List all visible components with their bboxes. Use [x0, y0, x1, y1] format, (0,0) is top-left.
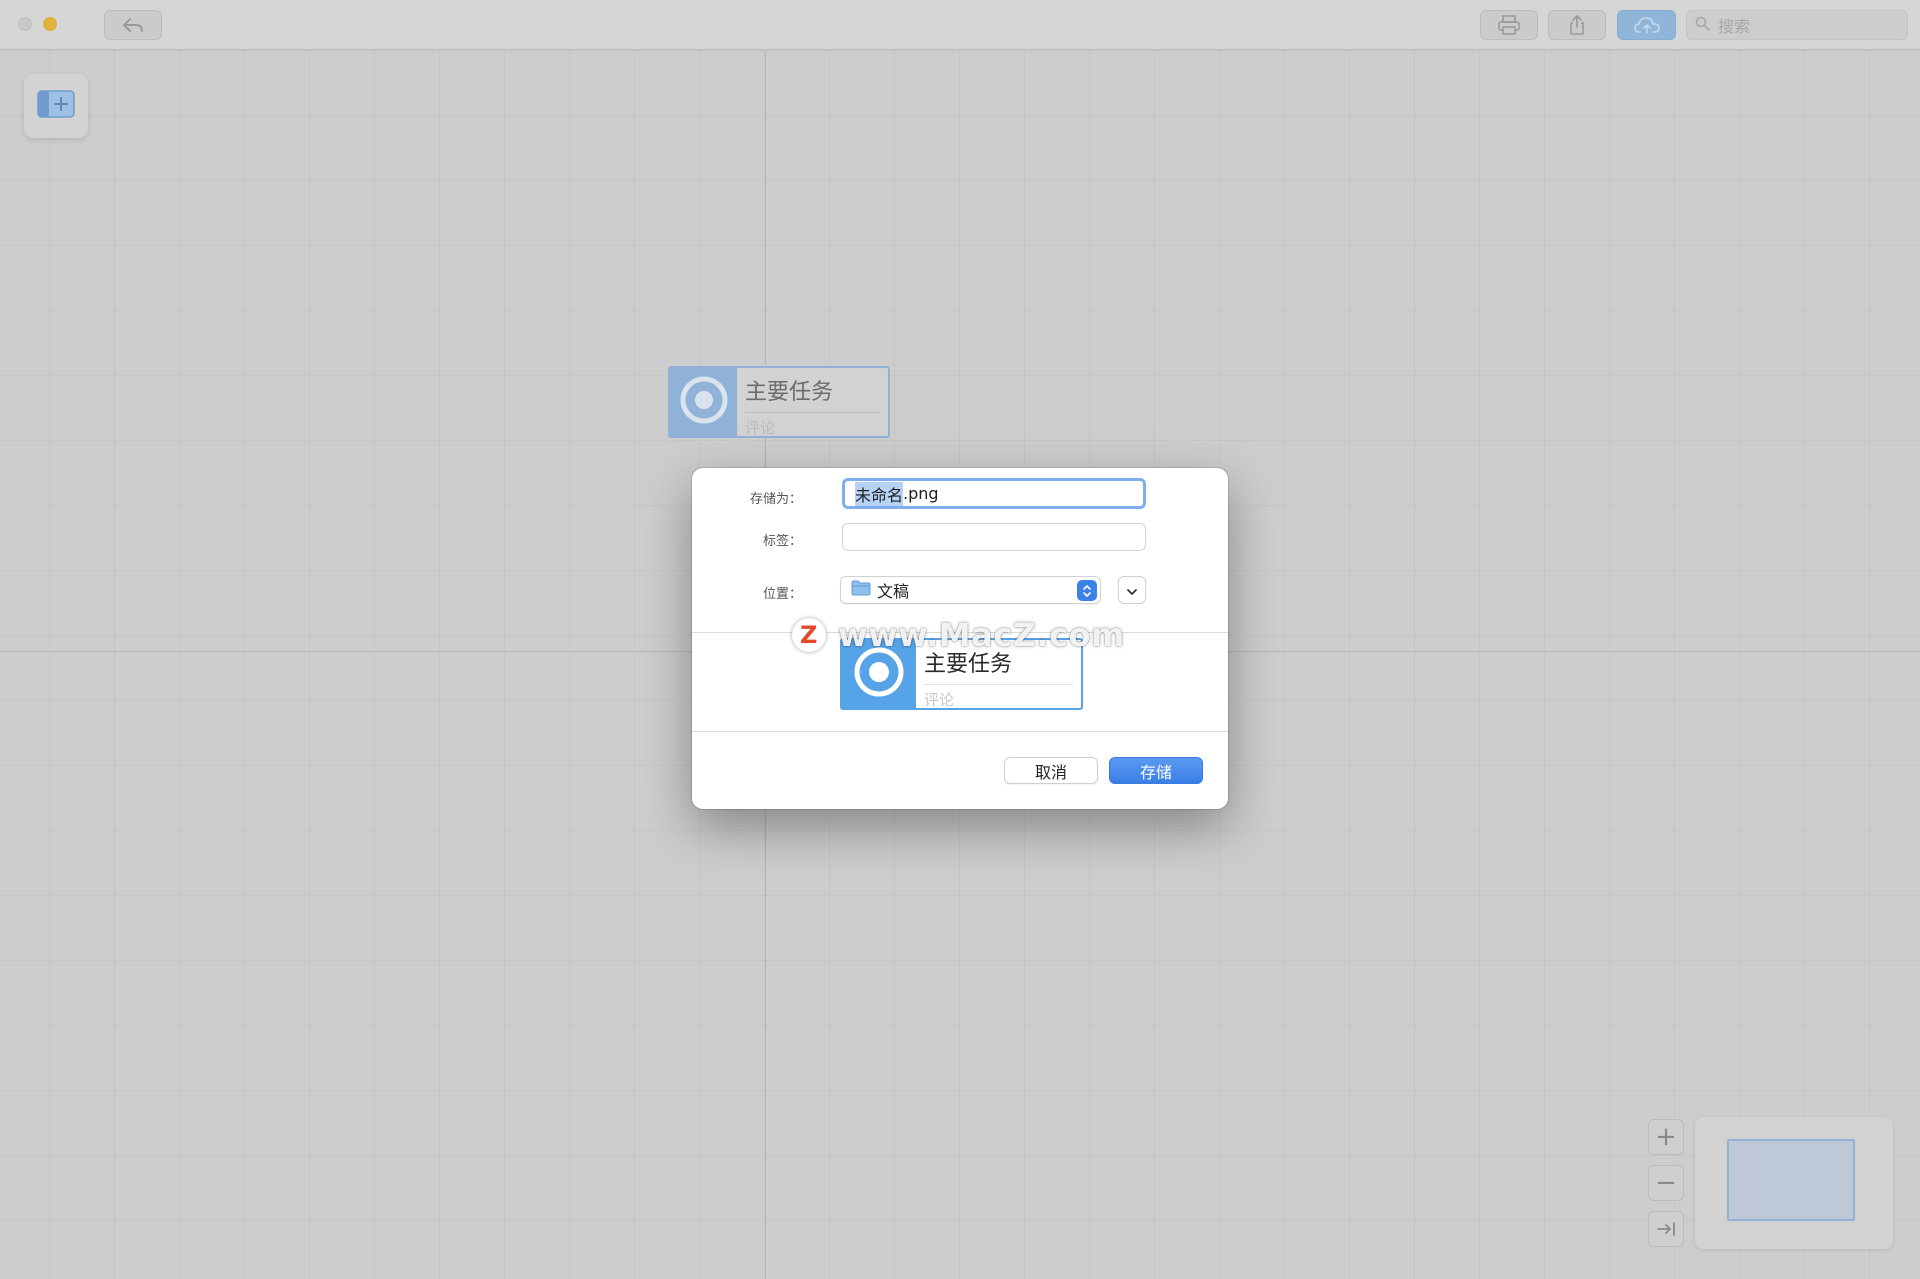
plus-icon: +	[1655, 1122, 1677, 1152]
save-button[interactable]: 存储	[1109, 757, 1203, 784]
save-as-label: 存储为：	[749, 492, 802, 507]
undo-button[interactable]	[104, 10, 162, 40]
task-node-icon-box	[670, 368, 737, 436]
print-icon	[1497, 15, 1521, 35]
minimap[interactable]	[1695, 1117, 1893, 1249]
divider	[692, 731, 1228, 732]
window-toolbar: 搜索	[0, 0, 1920, 50]
save-dialog: 存储为： 未命名 .png 标签： 位置： 文稿 主要任务 评论 Z www.M…	[692, 468, 1228, 809]
main-task-node[interactable]: 主要任务 评论	[668, 366, 890, 438]
arrow-to-edge-icon	[1656, 1214, 1676, 1244]
window-minimize-button[interactable]	[43, 17, 57, 31]
search-placeholder: 搜索	[1718, 17, 1751, 36]
search-field[interactable]: 搜索	[1686, 10, 1908, 40]
window-close-button[interactable]	[18, 17, 32, 31]
expand-dialog-button[interactable]	[1118, 576, 1146, 604]
filename-field[interactable]: 未命名 .png	[842, 478, 1146, 509]
node-comment: 评论	[745, 419, 776, 437]
location-select[interactable]: 文稿	[840, 576, 1101, 604]
watermark-text: www.MacZ.com	[838, 616, 1125, 654]
fit-to-screen-button[interactable]	[1648, 1211, 1684, 1247]
grid-line	[114, 50, 115, 1279]
add-sheet-icon	[37, 90, 75, 122]
undo-icon	[122, 17, 144, 33]
target-icon	[679, 375, 729, 429]
filename-selected-text: 未命名	[855, 481, 904, 506]
zoom-in-button[interactable]: +	[1648, 1119, 1684, 1155]
share-icon	[1568, 15, 1586, 35]
location-label: 位置：	[762, 587, 802, 602]
zoom-out-button[interactable]: −	[1648, 1165, 1684, 1201]
folder-icon	[851, 580, 871, 600]
watermark: Z www.MacZ.com	[792, 615, 1125, 655]
location-stepper-icon	[1077, 580, 1097, 601]
watermark-logo: Z	[792, 618, 826, 652]
tags-label: 标签：	[762, 534, 802, 549]
chevron-down-icon	[1126, 581, 1138, 600]
preview-node-comment: 评论	[924, 691, 955, 709]
minus-icon: −	[1655, 1168, 1677, 1198]
add-sheet-button[interactable]	[24, 74, 88, 138]
cloud-upload-icon	[1633, 16, 1660, 34]
node-title: 主要任务	[745, 374, 880, 413]
filename-extension: .png	[903, 484, 939, 503]
tags-field[interactable]	[842, 523, 1146, 551]
search-icon	[1695, 16, 1710, 35]
print-button[interactable]	[1480, 10, 1538, 40]
cloud-upload-button[interactable]	[1617, 10, 1676, 40]
minimap-viewport[interactable]	[1727, 1139, 1855, 1221]
grid-line	[1414, 50, 1415, 1279]
cancel-button[interactable]: 取消	[1004, 757, 1098, 784]
location-value: 文稿	[877, 582, 910, 601]
share-button[interactable]	[1548, 10, 1606, 40]
